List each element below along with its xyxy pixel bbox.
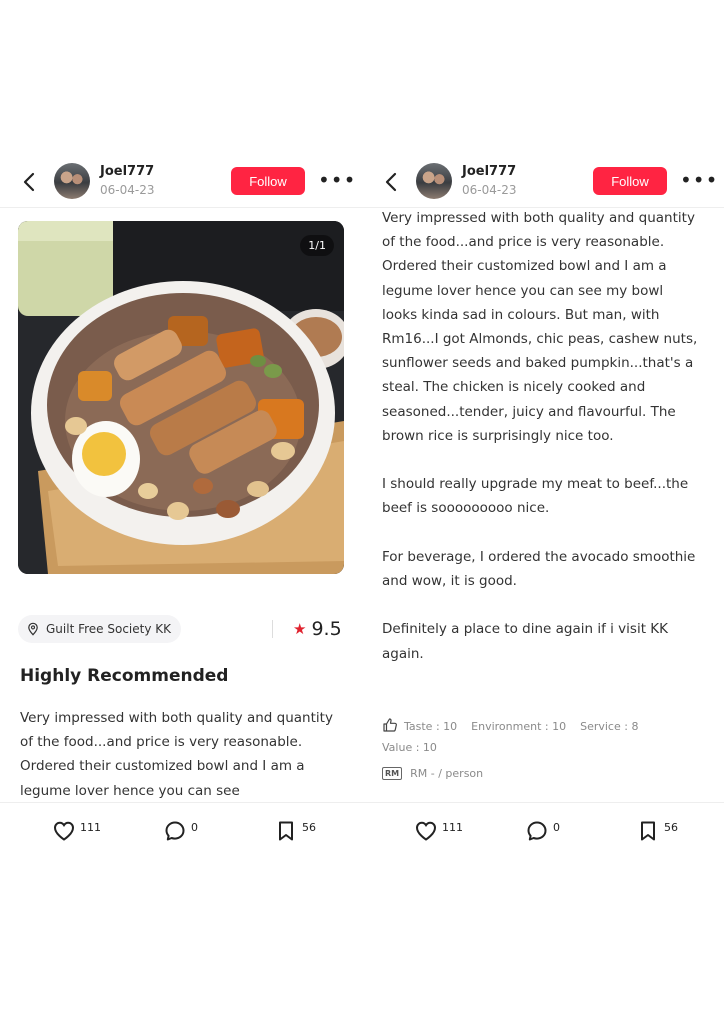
like-button[interactable]: 111 [414, 819, 463, 843]
avatar[interactable] [416, 163, 452, 199]
score-value: Value : 10 [382, 741, 437, 754]
price-text: RM - / person [410, 767, 484, 780]
username[interactable]: Joel777 [100, 164, 154, 179]
bookmark-icon [279, 821, 293, 841]
divider [272, 620, 273, 638]
like-button[interactable]: 111 [52, 819, 101, 843]
right-panel: Joel777 06-04-23 Follow ••• Very impress… [362, 0, 724, 1024]
comment-icon [165, 821, 185, 841]
post-title: Highly Recommended [20, 666, 229, 686]
score-service: Service : 8 [580, 720, 639, 733]
left-panel: Joel777 06-04-23 Follow ••• 1/1 Guilt Fr… [0, 0, 362, 1024]
save-button[interactable]: 56 [274, 819, 316, 843]
username[interactable]: Joel777 [462, 164, 516, 179]
comment-button[interactable]: 0 [163, 819, 198, 843]
save-count: 56 [302, 821, 316, 834]
rating: ★ 9.5 [293, 618, 342, 640]
score-taste: Taste : 10 [404, 720, 458, 733]
avatar[interactable] [54, 163, 90, 199]
save-count: 56 [664, 821, 678, 834]
bookmark-icon [641, 821, 655, 841]
like-count: 111 [442, 821, 463, 834]
comment-icon [527, 821, 547, 841]
back-arrow-icon[interactable] [380, 170, 404, 194]
food-bowl-illustration [18, 221, 344, 574]
back-arrow-icon[interactable] [18, 170, 42, 194]
like-count: 111 [80, 821, 101, 834]
score-environment: Environment : 10 [471, 720, 567, 733]
more-icon[interactable]: ••• [680, 170, 717, 190]
heart-icon [53, 821, 75, 841]
score-list: Taste : 10 Environment : 10 Service : 8 Va… [382, 716, 682, 758]
comment-count: 0 [553, 821, 560, 834]
comment-count: 0 [191, 821, 198, 834]
comment-button[interactable]: 0 [525, 819, 560, 843]
follow-button[interactable]: Follow [593, 167, 667, 195]
post-date: 06-04-23 [100, 183, 155, 197]
post-header: Joel777 06-04-23 Follow ••• [0, 160, 362, 208]
location-tag[interactable]: Guilt Free Society KK [18, 615, 182, 643]
post-body: Very impressed with both quality and qua… [382, 210, 698, 662]
thumbs-up-icon [383, 718, 397, 732]
currency-badge: RM [382, 767, 403, 780]
image-counter: 1/1 [300, 235, 334, 256]
more-icon[interactable]: ••• [318, 170, 355, 190]
post-body: Very impressed with both quality and qua… [20, 710, 338, 799]
post-date: 06-04-23 [462, 183, 517, 197]
location-pin-icon [28, 622, 38, 636]
star-icon: ★ [293, 620, 307, 638]
food-photo[interactable]: 1/1 [18, 221, 344, 574]
price-info: RM RM - / person [382, 767, 483, 780]
post-header: Joel777 06-04-23 Follow ••• [362, 160, 724, 208]
action-bar: 111 0 56 [0, 802, 362, 860]
heart-icon [415, 821, 437, 841]
location-name: Guilt Free Society KK [46, 622, 172, 636]
rating-value: 9.5 [311, 618, 342, 640]
save-button[interactable]: 56 [636, 819, 678, 843]
follow-button[interactable]: Follow [231, 167, 305, 195]
action-bar: 111 0 56 [362, 802, 724, 860]
